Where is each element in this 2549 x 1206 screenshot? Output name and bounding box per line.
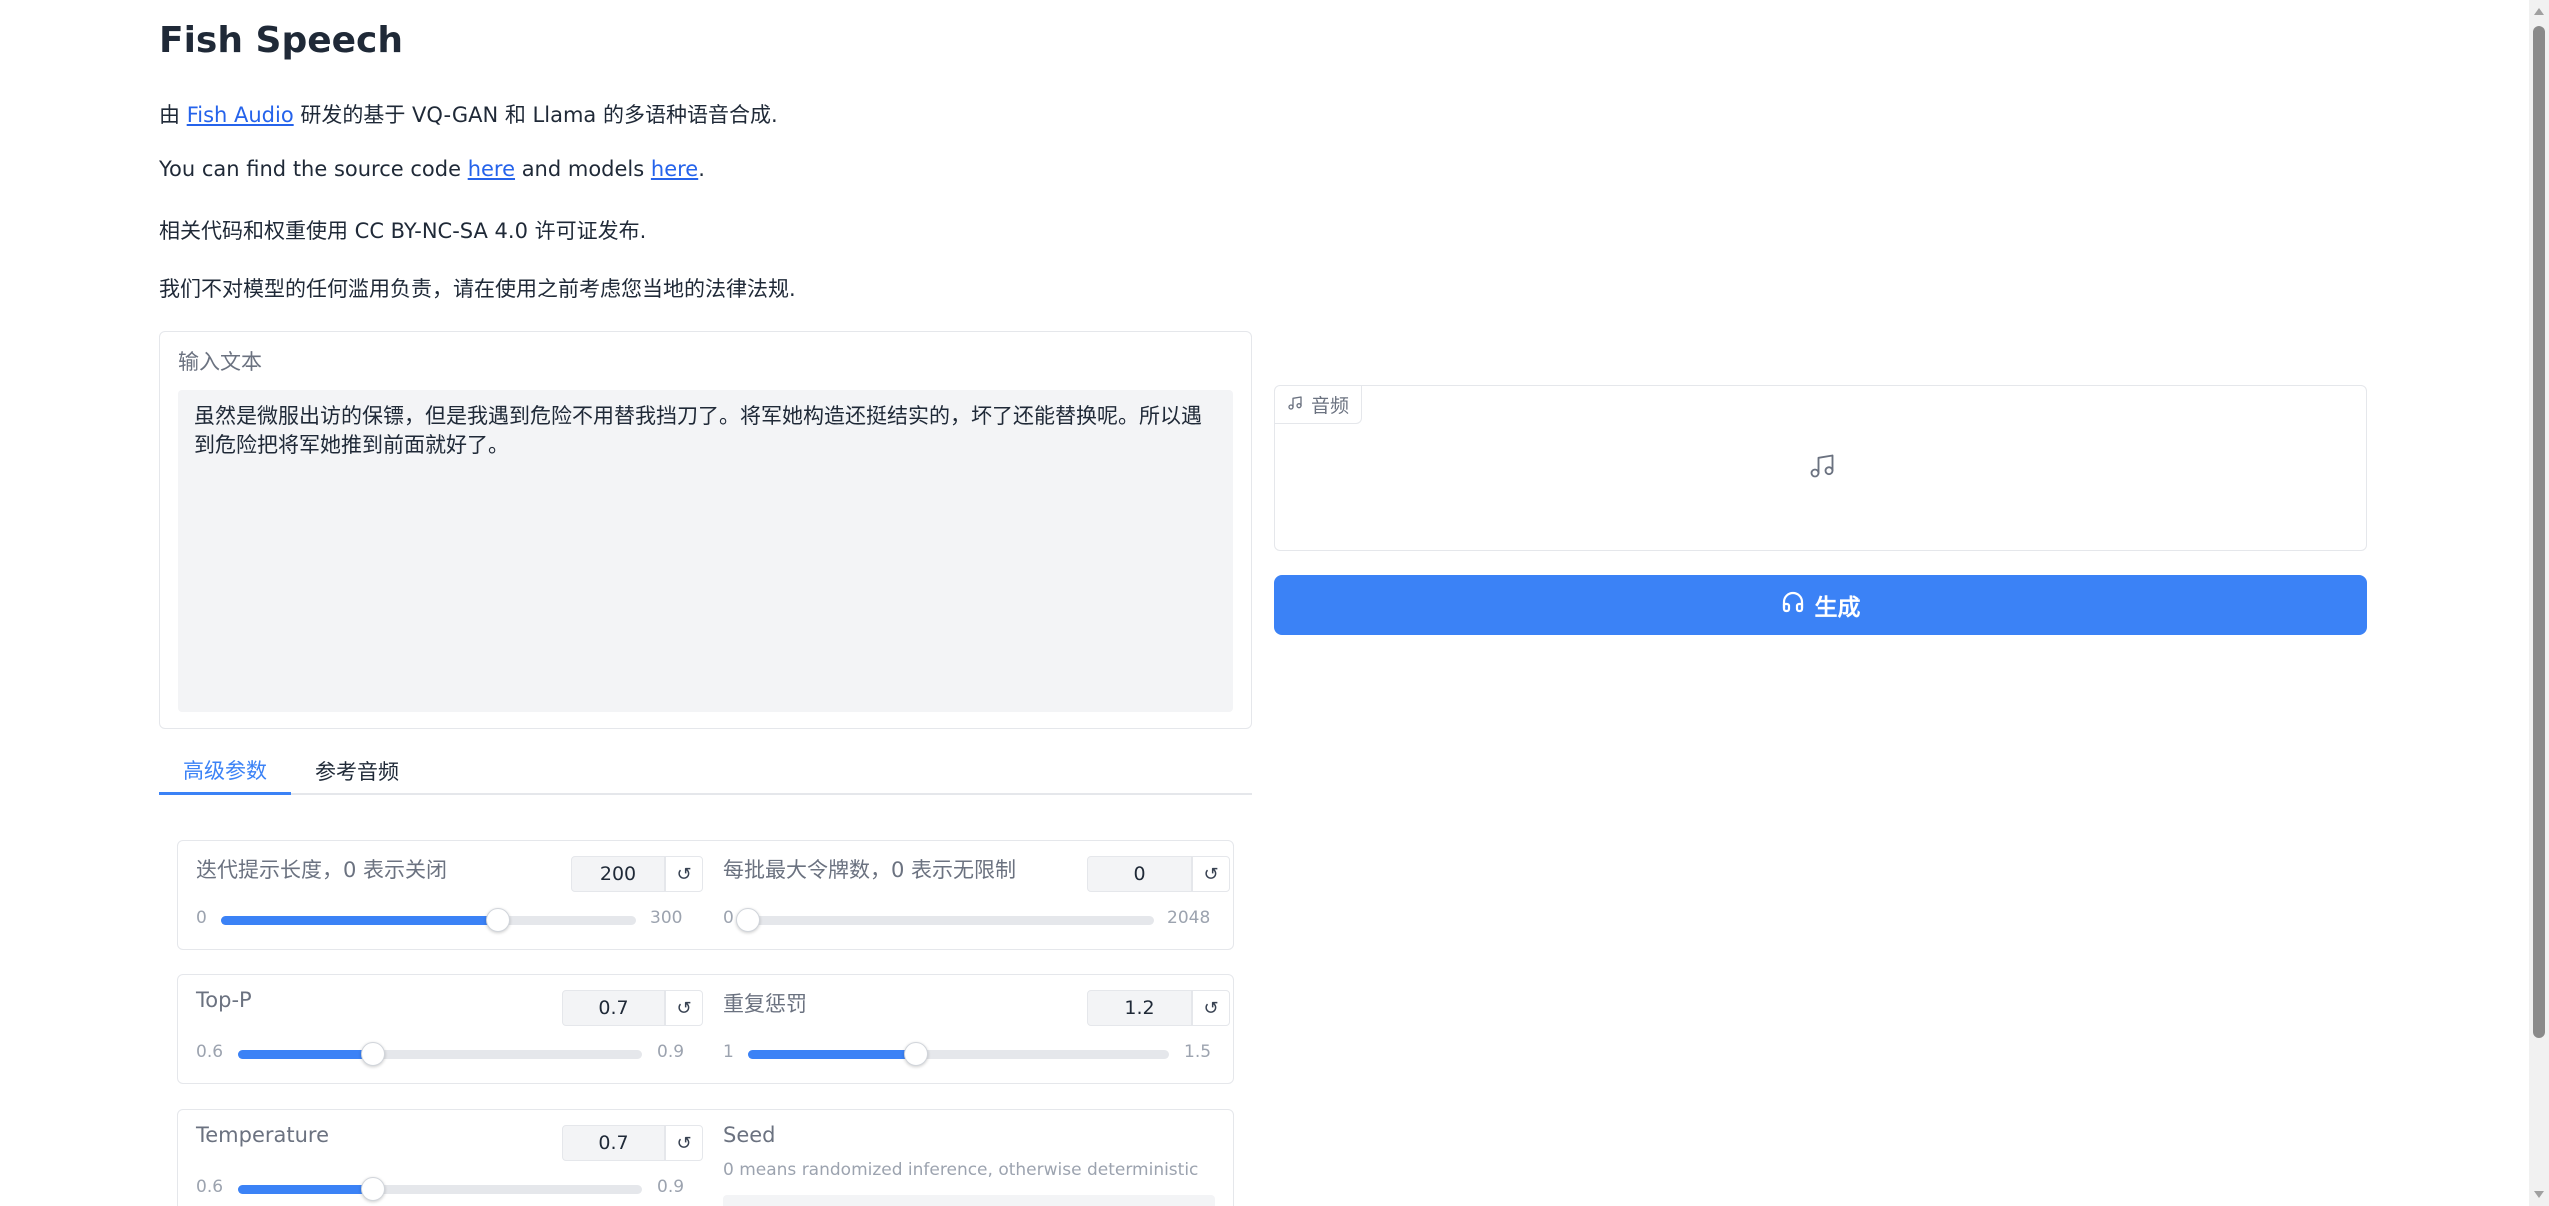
- iter-prompt-length-slider[interactable]: [221, 908, 636, 932]
- slider-max: 1.5: [1184, 1042, 1212, 1062]
- generate-button[interactable]: 生成: [1274, 575, 2367, 635]
- audio-label: 音频: [1311, 395, 1350, 417]
- intro-suffix: 研发的基于 VQ-GAN 和 Llama 的多语种语音合成.: [293, 103, 778, 127]
- repetition-penalty-input[interactable]: 1.2: [1087, 990, 1192, 1026]
- slider-fill: [238, 1185, 373, 1194]
- repetition-penalty-slider[interactable]: [748, 1042, 1169, 1066]
- input-text-card: 输入文本 虽然是微服出访的保镖，但是我遇到危险不用替我挡刀了。将军她构造还挺结实…: [159, 331, 1252, 729]
- page-scrollbar[interactable]: [2529, 0, 2549, 1206]
- param-label: Seed: [723, 1123, 776, 1147]
- slider-min: 0.6: [196, 1177, 224, 1197]
- slider-fill: [238, 1050, 373, 1059]
- input-text-area[interactable]: 虽然是微服出访的保镖，但是我遇到危险不用替我挡刀了。将军她构造还挺结实的，坏了还…: [178, 390, 1233, 712]
- audio-output: 音频: [1274, 385, 2367, 551]
- top-p-param: Top-P 0.7 ↺ 0.6 0.9: [196, 975, 706, 1085]
- source-suffix: .: [698, 157, 705, 181]
- reset-icon[interactable]: ↺: [1192, 990, 1230, 1026]
- top-p-input[interactable]: 0.7: [562, 990, 665, 1026]
- source-prefix: You can find the source code: [159, 157, 468, 181]
- source-middle: and models: [515, 157, 651, 181]
- music-note-icon: [1287, 394, 1303, 416]
- slider-min: 1: [723, 1042, 734, 1062]
- reset-icon[interactable]: ↺: [665, 856, 703, 892]
- max-new-tokens-slider[interactable]: [736, 908, 1154, 932]
- intro-prefix: 由: [159, 103, 187, 127]
- intro-text: 由 Fish Audio 研发的基于 VQ-GAN 和 Llama 的多语种语音…: [159, 99, 778, 129]
- slider-max: 0.9: [657, 1177, 685, 1197]
- tab-advanced-params[interactable]: 高级参数: [159, 747, 291, 795]
- input-text-label: 输入文本: [178, 350, 262, 374]
- top-p-slider[interactable]: [238, 1042, 642, 1066]
- headphones-icon: [1781, 590, 1805, 620]
- param-label: 每批最大令牌数，0 表示无限制: [723, 858, 1017, 882]
- iter-prompt-length-input[interactable]: 200: [571, 856, 665, 892]
- temperature-slider[interactable]: [238, 1177, 642, 1201]
- slider-thumb[interactable]: [485, 908, 510, 932]
- param-row: Top-P 0.7 ↺ 0.6 0.9 重复惩罚 1.2 ↺ 1 1.5: [177, 974, 1234, 1084]
- slider-thumb[interactable]: [360, 1177, 385, 1201]
- scroll-up-icon[interactable]: [2534, 8, 2544, 15]
- music-note-icon: [1808, 452, 1836, 484]
- source-code-link[interactable]: here: [468, 157, 515, 181]
- source-text: You can find the source code here and mo…: [159, 157, 705, 181]
- slider-min: 0: [723, 908, 734, 928]
- disclaimer-text: 我们不对模型的任何滥用负责，请在使用之前考虑您当地的法律法规.: [159, 277, 796, 301]
- reset-icon[interactable]: ↺: [1192, 856, 1230, 892]
- scroll-thumb[interactable]: [2533, 26, 2545, 1038]
- slider-thumb[interactable]: [904, 1042, 929, 1066]
- tab-reference-audio[interactable]: 参考音频: [291, 747, 423, 795]
- slider-fill: [221, 916, 498, 925]
- page-title: Fish Speech: [159, 20, 404, 61]
- reset-icon[interactable]: ↺: [665, 990, 703, 1026]
- iter-prompt-length-param: 迭代提示长度，0 表示关闭 200 ↺ 0 300: [196, 841, 706, 951]
- slider-max: 300: [650, 908, 683, 928]
- fish-audio-link[interactable]: Fish Audio: [187, 103, 294, 127]
- seed-description: 0 means randomized inference, otherwise …: [723, 1160, 1199, 1180]
- param-row: 迭代提示长度，0 表示关闭 200 ↺ 0 300 每批最大令牌数，0 表示无限…: [177, 840, 1234, 950]
- param-label: Top-P: [196, 988, 252, 1012]
- param-tabs: 高级参数 参考音频: [159, 747, 1252, 795]
- slider-max: 2048: [1167, 908, 1211, 928]
- page: Fish Speech 由 Fish Audio 研发的基于 VQ-GAN 和 …: [0, 0, 2549, 1206]
- slider-min: 0: [196, 908, 207, 928]
- param-label: 重复惩罚: [723, 992, 807, 1016]
- param-row: Temperature 0.7 ↺ 0.6 0.9 Seed 0 means r…: [177, 1109, 1234, 1206]
- max-new-tokens-param: 每批最大令牌数，0 表示无限制 0 ↺ 0 2048: [723, 841, 1233, 951]
- models-link[interactable]: here: [651, 157, 698, 181]
- temperature-param: Temperature 0.7 ↺ 0.6 0.9: [196, 1110, 706, 1206]
- param-label: 迭代提示长度，0 表示关闭: [196, 858, 448, 882]
- slider-fill: [748, 1050, 917, 1059]
- temperature-input[interactable]: 0.7: [562, 1125, 665, 1161]
- slider-thumb[interactable]: [360, 1042, 385, 1066]
- seed-param: Seed 0 means randomized inference, other…: [723, 1110, 1233, 1206]
- scroll-down-icon[interactable]: [2534, 1191, 2544, 1198]
- seed-input[interactable]: [723, 1195, 1215, 1206]
- slider-thumb[interactable]: [736, 908, 760, 932]
- max-new-tokens-input[interactable]: 0: [1087, 856, 1192, 892]
- reset-icon[interactable]: ↺: [665, 1125, 703, 1161]
- slider-max: 0.9: [657, 1042, 685, 1062]
- param-label: Temperature: [196, 1123, 330, 1147]
- license-text: 相关代码和权重使用 CC BY-NC-SA 4.0 许可证发布.: [159, 219, 647, 243]
- audio-label-tag: 音频: [1275, 386, 1363, 424]
- slider-min: 0.6: [196, 1042, 224, 1062]
- repetition-penalty-param: 重复惩罚 1.2 ↺ 1 1.5: [723, 975, 1233, 1085]
- generate-label: 生成: [1814, 595, 1861, 621]
